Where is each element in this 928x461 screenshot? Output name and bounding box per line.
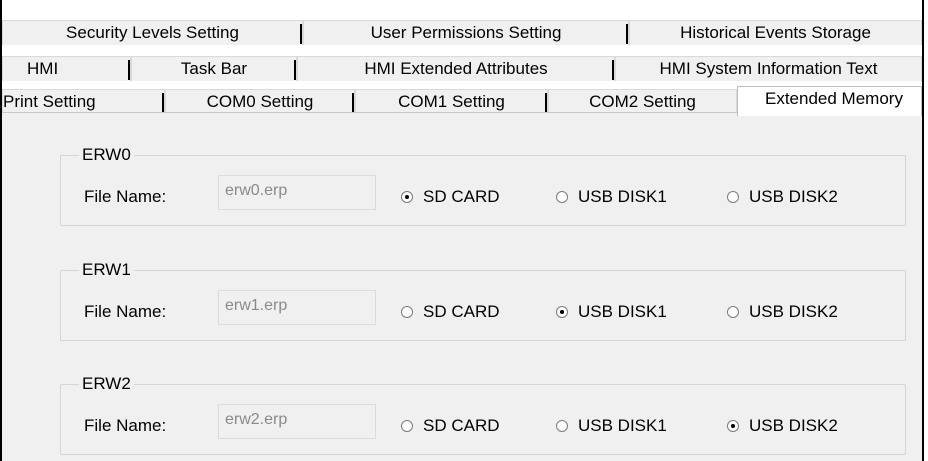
radio-circle	[401, 420, 413, 432]
file-name-field[interactable]: erw1.erp	[218, 290, 376, 325]
tab-hmi[interactable]: HMI	[2, 56, 131, 81]
radio-circle	[727, 191, 739, 203]
erw1-group: ERW1 File Name: erw1.erp SD CARD USB DIS…	[60, 260, 906, 341]
tab-label: Task Bar	[180, 59, 248, 78]
tab-security-levels-setting[interactable]: Security Levels Setting	[2, 20, 303, 45]
file-name-field[interactable]: erw0.erp	[218, 175, 376, 210]
tab-user-permissions-setting[interactable]: User Permissions Setting	[303, 20, 629, 45]
tab-print-setting[interactable]: Print Setting	[2, 89, 165, 114]
radio-label: USB DISK2	[749, 416, 838, 435]
tab-label: COM2 Setting	[589, 92, 696, 111]
tab-task-bar[interactable]: Task Bar	[131, 56, 297, 81]
tab-label: HMI System Information Text	[659, 59, 878, 78]
radio-circle	[556, 420, 568, 432]
tab-label: Historical Events Storage	[680, 23, 871, 42]
radio-label: USB DISK1	[578, 187, 667, 206]
tab-label: HMI	[27, 59, 59, 78]
radio-label: SD CARD	[423, 302, 500, 321]
file-name-label: File Name:	[84, 187, 167, 206]
radio-label: USB DISK1	[578, 416, 667, 435]
radio-circle	[727, 420, 739, 432]
tab-com0-setting[interactable]: COM0 Setting	[165, 89, 355, 114]
group-title: ERW0	[79, 145, 134, 165]
tab-hmi-extended-attributes[interactable]: HMI Extended Attributes	[297, 56, 615, 81]
radio-label: SD CARD	[423, 416, 500, 435]
tab-label: Print Setting	[3, 92, 96, 111]
tab-label: HMI Extended Attributes	[364, 59, 548, 78]
extended-memory-panel: ERW0 File Name: erw0.erp SD CARD USB DIS…	[2, 113, 922, 461]
tab-label: COM1 Setting	[398, 92, 505, 111]
tab-com1-setting[interactable]: COM1 Setting	[355, 89, 548, 114]
group-title: ERW1	[79, 260, 134, 280]
tab-hmi-system-information-text[interactable]: HMI System Information Text	[615, 56, 922, 81]
tab-com2-setting[interactable]: COM2 Setting	[548, 89, 737, 114]
radio-circle	[401, 306, 413, 318]
tab-extended-memory[interactable]: Extended Memory	[737, 86, 922, 116]
tab-label: COM0 Setting	[206, 92, 314, 111]
group-title: ERW2	[79, 374, 134, 394]
erw2-group: ERW2 File Name: erw2.erp SD CARD USB DIS…	[60, 374, 906, 455]
file-name-label: File Name:	[84, 416, 167, 435]
radio-circle	[556, 306, 568, 318]
radio-circle	[556, 191, 568, 203]
erw0-group: ERW0 File Name: erw0.erp SD CARD USB DIS…	[60, 145, 906, 226]
tab-label: Extended Memory	[765, 89, 903, 108]
tab-historical-events-storage[interactable]: Historical Events Storage	[629, 20, 922, 45]
tab-label: User Permissions Setting	[370, 23, 562, 42]
radio-label: USB DISK2	[749, 302, 838, 321]
tab-label: Security Levels Setting	[66, 23, 239, 42]
file-name-label: File Name:	[84, 302, 167, 321]
file-name-field[interactable]: erw2.erp	[218, 404, 376, 439]
radio-circle	[401, 191, 413, 203]
radio-label: USB DISK2	[749, 187, 838, 206]
radio-label: USB DISK1	[578, 302, 667, 321]
radio-label: SD CARD	[423, 187, 500, 206]
radio-circle	[727, 306, 739, 318]
